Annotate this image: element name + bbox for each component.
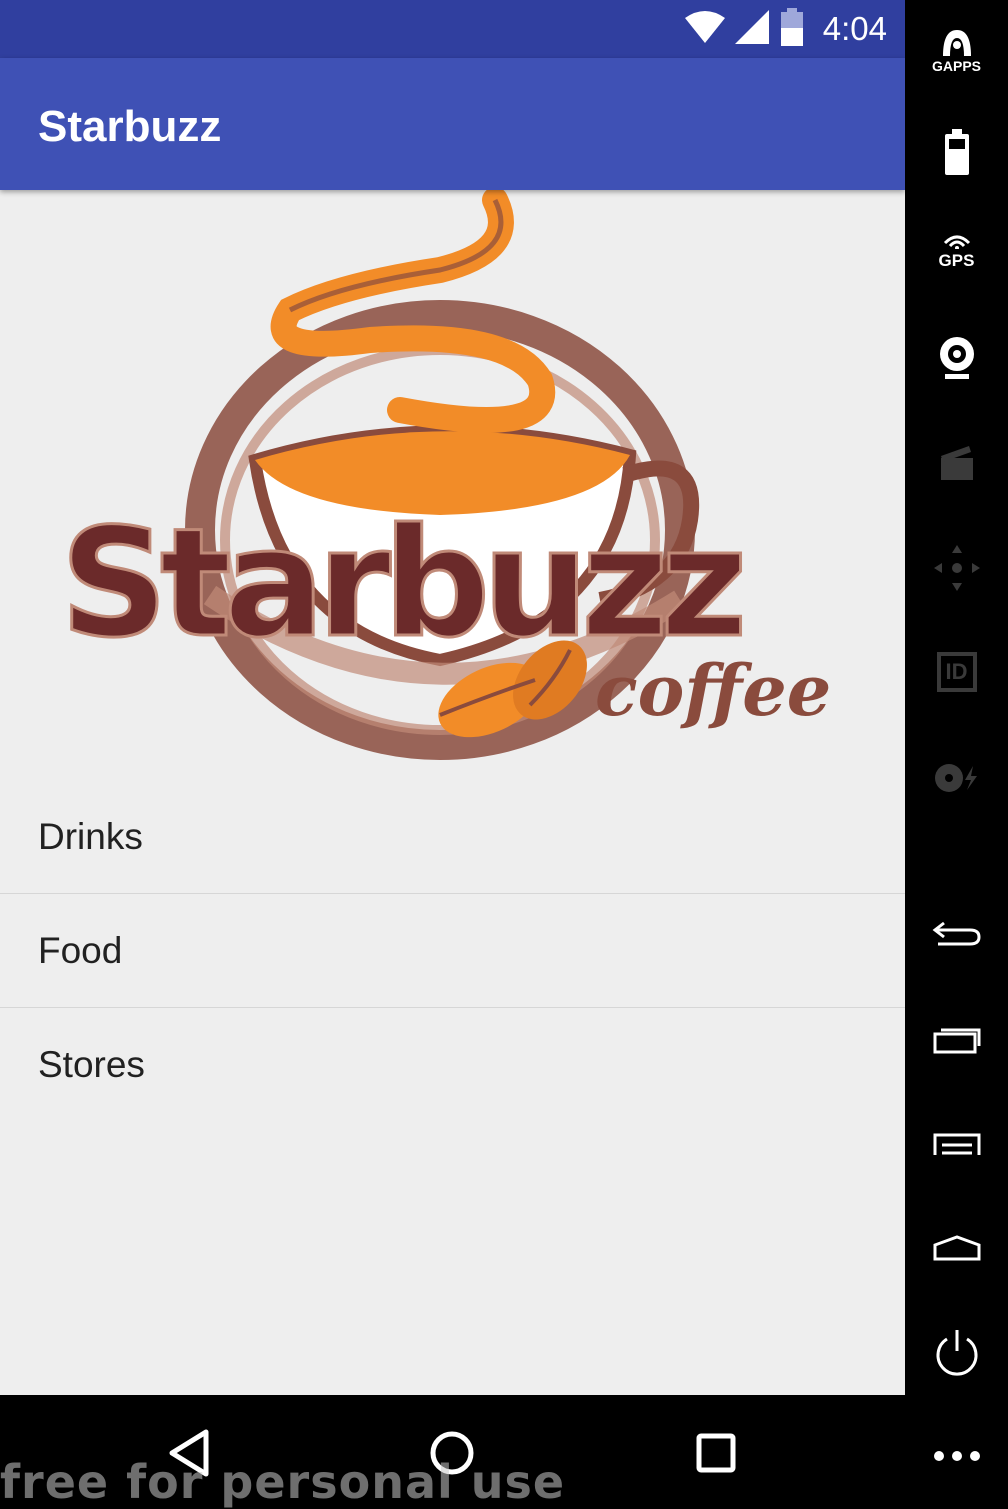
watermark: free for personal use (0, 1455, 566, 1509)
dpad-button[interactable] (905, 528, 1008, 608)
webcam-icon (939, 337, 974, 379)
clapperboard-icon (940, 446, 973, 480)
gapps-button[interactable]: GAPPS (905, 10, 1008, 90)
status-bar: 4:04 (0, 0, 905, 58)
list-item-label: Stores (38, 1044, 145, 1085)
battery-icon (779, 7, 805, 51)
battery-button[interactable] (905, 112, 1008, 192)
screen-record-button[interactable] (905, 422, 1008, 502)
recents-button[interactable] (686, 1423, 746, 1483)
list-item-stores[interactable]: Stores (0, 1008, 905, 1122)
recents-icon (696, 1433, 736, 1473)
device-id-button[interactable]: ID (905, 632, 1008, 712)
app-bar: Starbuzz (0, 58, 905, 190)
logo-graphic: Starbuzz coffee (59, 187, 831, 760)
toolbar-recents-button[interactable] (905, 1000, 1008, 1080)
device-screen: 4:04 Starbuzz Starbuzz coffee Drinks Foo… (0, 0, 905, 1509)
wifi-icon (684, 10, 725, 49)
list-item-label: Drinks (38, 815, 143, 857)
list-item-drinks[interactable]: Drinks (0, 780, 905, 894)
logo-subtitle: coffee (595, 649, 831, 732)
logo-wordmark: Starbuzz (60, 497, 741, 671)
gapps-icon (942, 30, 971, 56)
battery-tool-icon (944, 129, 969, 175)
wifi-signal-icon (943, 235, 970, 249)
recents-tool-icon (933, 1028, 980, 1054)
gapps-label: GAPPS (931, 58, 981, 74)
id-label: ID (945, 659, 968, 684)
disk-button[interactable] (905, 738, 1008, 818)
gps-label: GPS (938, 251, 975, 270)
dpad-icon (933, 545, 980, 591)
disk-icon (934, 764, 977, 792)
power-button[interactable] (905, 1312, 1008, 1392)
list-item-label: Food (38, 929, 123, 971)
home-tool-icon (933, 1235, 980, 1261)
toolbar-menu-button[interactable] (905, 1104, 1008, 1184)
toolbar-back-button[interactable] (905, 894, 1008, 974)
navigation-bar: free for personal use (0, 1395, 905, 1509)
app-title: Starbuzz (38, 102, 222, 151)
back-arrow-icon (932, 921, 981, 946)
more-icon (933, 1451, 980, 1461)
camera-button[interactable] (905, 318, 1008, 398)
toolbar-home-button[interactable] (905, 1208, 1008, 1288)
cell-signal-icon (734, 9, 769, 49)
gps-button[interactable]: GPS (905, 212, 1008, 292)
more-button[interactable] (905, 1416, 1008, 1496)
menu-icon (933, 1133, 980, 1155)
emulator-toolbar: GAPPS GPS ID (905, 0, 1008, 1509)
status-time: 4:04 (822, 10, 887, 47)
list-item-food[interactable]: Food (0, 894, 905, 1008)
category-list: Drinks Food Stores (0, 780, 905, 1122)
starbuzz-logo: Starbuzz coffee (40, 187, 860, 790)
power-icon (936, 1330, 977, 1376)
id-card-icon: ID (936, 652, 977, 692)
